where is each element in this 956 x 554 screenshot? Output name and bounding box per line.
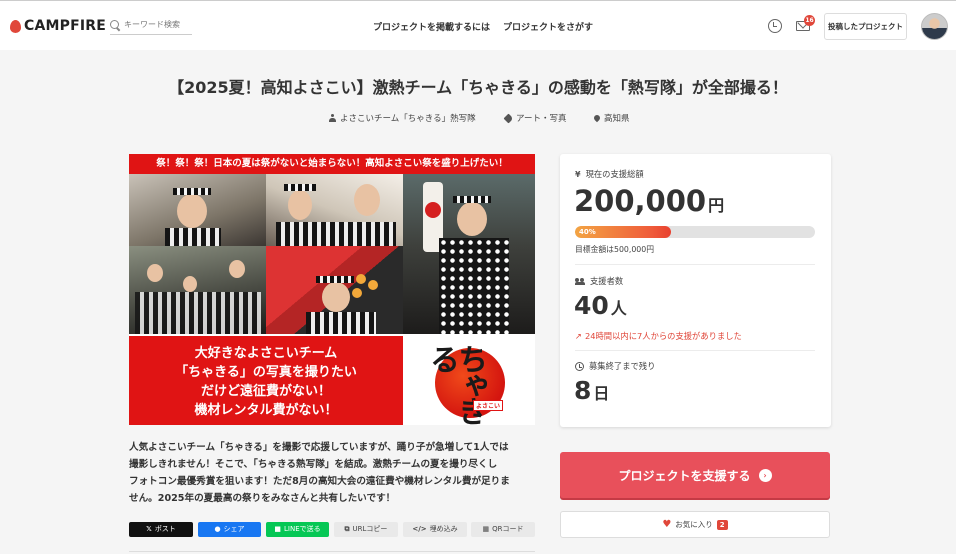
location-pin-icon bbox=[592, 113, 602, 123]
site-header: CAMPFIRE プロジェクトを掲載するには プロジェクトをさがす 16 投稿し… bbox=[0, 0, 956, 50]
funded-amount-unit: 円 bbox=[708, 196, 725, 215]
qr-code-label: QRコード bbox=[492, 525, 524, 533]
team-logo-text: ちゃきる bbox=[424, 344, 487, 422]
description-line: せん。2025年の夏最高の祭りをみなさんと共有したいです！ bbox=[129, 493, 396, 504]
funding-stats-card: ¥ 現在の支援総額 200,000 円 40% 目標金額は500,000円 支援者… bbox=[560, 154, 831, 427]
location-name: 高知県 bbox=[604, 114, 630, 124]
hero-line-2: 「ちゃきる」の写真を撮りたい bbox=[175, 365, 357, 380]
nav-find-project[interactable]: プロジェクトをさがす bbox=[503, 20, 593, 33]
mail-badge: 16 bbox=[804, 15, 815, 26]
funded-label-text: 現在の支援総額 bbox=[585, 169, 644, 179]
nav-post-project[interactable]: プロジェクトを掲載するには bbox=[373, 20, 490, 33]
backers-count: 40 人 bbox=[574, 291, 627, 320]
days-left-unit: 日 bbox=[593, 384, 610, 403]
project-category[interactable]: アート・写真 bbox=[503, 112, 567, 124]
backers-label-text: 支援者数 bbox=[590, 276, 624, 286]
embed-button[interactable]: </> 埋め込み bbox=[403, 522, 467, 537]
photo-dancers-2 bbox=[266, 174, 403, 246]
project-description: 人気よさこいチーム「ちゃきる」を撮影で応援していますが、踊り子が急増して1人では… bbox=[129, 439, 535, 507]
divider bbox=[575, 350, 815, 351]
photo-dancer-1 bbox=[129, 174, 266, 246]
yen-icon: ¥ bbox=[575, 169, 581, 179]
person-icon bbox=[329, 114, 336, 122]
search-input[interactable] bbox=[124, 20, 190, 29]
favorite-button[interactable]: ♥ お気に入り 2 bbox=[560, 511, 830, 538]
photo-dancer-5 bbox=[266, 246, 403, 334]
posted-projects-button[interactable]: 投稿したプロジェクト bbox=[824, 13, 907, 40]
share-line-button[interactable]: ■ LINEで送る bbox=[266, 522, 329, 537]
days-left-label-text: 募集終了まで残り bbox=[589, 361, 656, 371]
funded-label: ¥ 現在の支援総額 bbox=[575, 168, 644, 180]
project-main-image[interactable]: 祭！祭！祭！日本の夏は祭がないと始まらない！高知よさこい祭を盛り上げたい！ 大好… bbox=[129, 154, 535, 425]
flame-icon bbox=[10, 19, 21, 33]
days-left-label: 募集終了まで残り bbox=[575, 360, 655, 372]
funding-progress-bar: 40% bbox=[575, 226, 815, 238]
share-x-label: ポスト bbox=[154, 525, 176, 533]
category-name: アート・写真 bbox=[516, 114, 567, 124]
favorite-label: お気に入り bbox=[675, 520, 713, 529]
share-facebook-label: シェア bbox=[223, 525, 245, 533]
team-logo-tag: よさこい bbox=[473, 400, 504, 411]
favorite-count-badge: 2 bbox=[716, 519, 728, 530]
funded-amount: 200,000 円 bbox=[574, 184, 724, 218]
description-line: 人気よさこいチーム「ちゃきる」を撮影で応援していますが、踊り子が急増して1人では bbox=[129, 442, 509, 453]
hero-line-1: 大好きなよさこいチーム bbox=[194, 346, 338, 361]
hero-line-3: だけど遠征費がない！ bbox=[200, 384, 331, 399]
heart-icon: ♥ bbox=[662, 519, 672, 530]
embed-label: 埋め込み bbox=[429, 525, 458, 533]
owner-name: よさこいチーム「ちゃきる」熱写隊 bbox=[340, 114, 476, 124]
project-owner[interactable]: よさこいチーム「ちゃきる」熱写隊 bbox=[329, 112, 476, 124]
backers-count-unit: 人 bbox=[610, 299, 627, 318]
copy-url-label: URLコピー bbox=[352, 525, 388, 533]
progress-percent: 40% bbox=[579, 228, 596, 236]
qr-code-button[interactable]: ▦ QRコード bbox=[471, 522, 535, 537]
funded-amount-value: 200,000 bbox=[574, 184, 707, 218]
tag-icon bbox=[503, 113, 514, 123]
hero-banner: 祭！祭！祭！日本の夏は祭がないと始まらない！高知よさこい祭を盛り上げたい！ bbox=[129, 154, 535, 174]
photo-dancer-3 bbox=[403, 174, 535, 334]
search-icon bbox=[110, 19, 120, 30]
avatar[interactable] bbox=[921, 13, 948, 40]
project-location[interactable]: 高知県 bbox=[592, 112, 630, 124]
copy-url-button[interactable]: ⧉ URLコピー bbox=[334, 522, 398, 537]
search-box[interactable] bbox=[110, 15, 192, 35]
logo-text: CAMPFIRE bbox=[24, 18, 107, 34]
days-left-value: 8 bbox=[574, 376, 592, 405]
facebook-icon: ● bbox=[214, 525, 221, 533]
recent-activity: ↗ 24時間以内に7人からの支援がありました bbox=[575, 330, 742, 342]
clock-icon bbox=[575, 361, 584, 371]
support-button-label: プロジェクトを支援する bbox=[618, 468, 751, 483]
history-icon[interactable] bbox=[768, 19, 782, 33]
people-icon bbox=[575, 277, 585, 285]
share-facebook-button[interactable]: ● シェア bbox=[198, 522, 261, 537]
divider bbox=[129, 551, 535, 552]
link-icon: ⧉ bbox=[344, 525, 350, 533]
share-x-button[interactable]: 𝕏 ポスト bbox=[129, 522, 193, 537]
line-icon: ■ bbox=[274, 525, 281, 533]
share-line-label: LINEで送る bbox=[284, 525, 321, 533]
x-logo-icon: 𝕏 bbox=[146, 525, 152, 533]
backers-label: 支援者数 bbox=[575, 275, 623, 287]
campfire-logo[interactable]: CAMPFIRE bbox=[10, 18, 106, 34]
support-project-button[interactable]: プロジェクトを支援する › bbox=[560, 452, 830, 498]
team-logo: ちゃきる よさこい bbox=[403, 334, 535, 425]
hero-headline: 大好きなよさこいチーム 「ちゃきる」の写真を撮りたい だけど遠征費がない！ 機材… bbox=[129, 334, 403, 425]
chevron-right-icon: › bbox=[758, 468, 772, 482]
hero-line-4: 機材レンタル費がない！ bbox=[194, 403, 338, 418]
project-title: 【2025夏！高知よさこい】激熱チーム「ちゃきる」の感動を「熱写隊」が全部撮る！ bbox=[168, 78, 788, 97]
trending-up-icon: ↗ bbox=[575, 331, 582, 341]
backers-count-value: 40 bbox=[574, 291, 609, 320]
recent-activity-text: 24時間以内に7人からの支援がありました bbox=[584, 331, 742, 341]
description-line: フォトコン最優秀賞を狙います！ただ8月の高知大会の遠征費や機材レンタル費が足りま bbox=[129, 476, 510, 487]
code-icon: </> bbox=[412, 525, 427, 533]
photo-dancers-4 bbox=[129, 246, 266, 334]
description-line: 撮影しきれません！そこで、「ちゃきる熱写隊」を結成。激熱チームの夏を撮り尽くし bbox=[129, 459, 498, 470]
days-left: 8日 bbox=[574, 376, 609, 405]
divider bbox=[575, 264, 815, 265]
goal-amount: 目標金額は500,000円 bbox=[575, 245, 655, 254]
qr-code-icon: ▦ bbox=[482, 525, 490, 533]
